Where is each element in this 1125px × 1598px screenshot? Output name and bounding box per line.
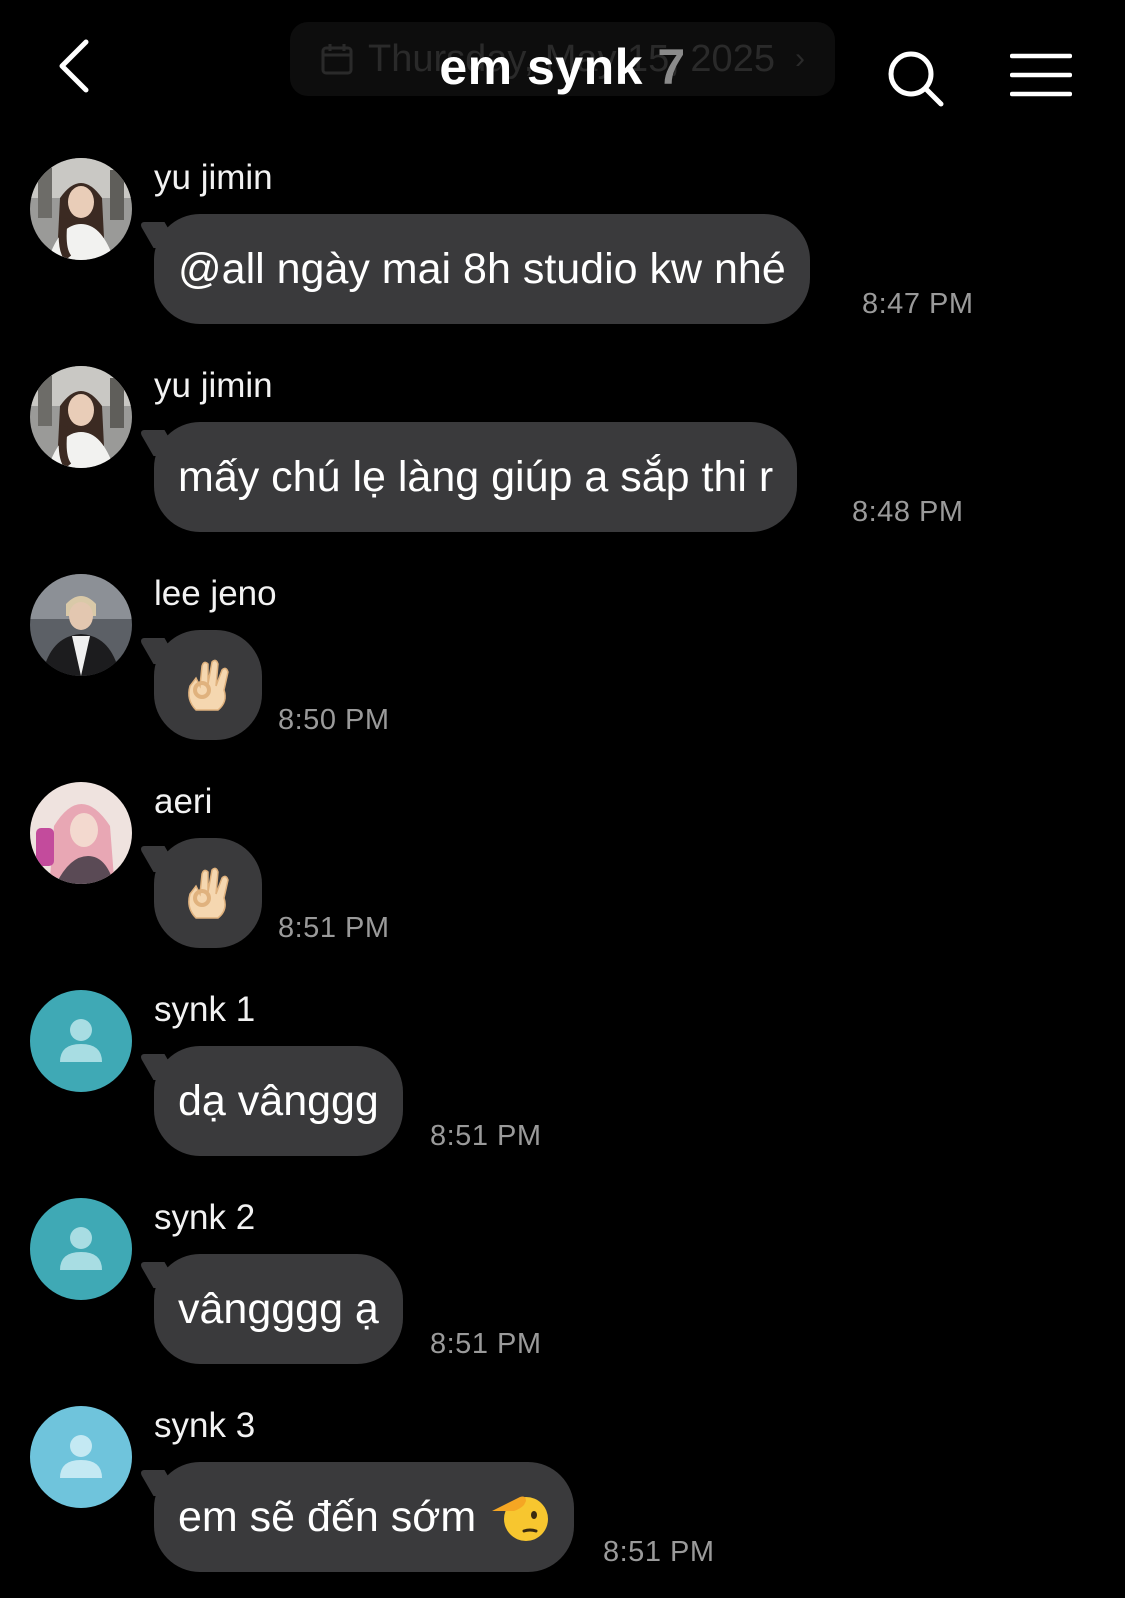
menu-button[interactable] bbox=[1009, 52, 1073, 100]
avatar-lee-jeno[interactable] bbox=[30, 574, 132, 676]
message-bubble[interactable]: @all ngày mai 8h studio kw nhé bbox=[154, 214, 810, 324]
message-item: synk 3 em sẽ đến sớm 8:51 PM bbox=[0, 1398, 1125, 1598]
message-text: vângggg ạ bbox=[178, 1284, 379, 1333]
message-time: 8:51 PM bbox=[278, 912, 390, 944]
ok-hand-icon bbox=[188, 867, 229, 919]
message-list[interactable]: yu jimin @all ngày mai 8h studio kw nhé … bbox=[0, 150, 1125, 1598]
message-item: lee jeno 8:50 PM bbox=[0, 566, 1125, 774]
chat-screen: Thursday, May 15, 2025 › em synk 7 yu ji… bbox=[0, 0, 1125, 1598]
sender-name: yu jimin bbox=[154, 366, 273, 405]
avatar-aeri[interactable] bbox=[30, 782, 132, 884]
sender-name: aeri bbox=[154, 782, 213, 821]
person-icon bbox=[60, 1227, 102, 1270]
avatar-yu-jimin[interactable] bbox=[30, 366, 132, 468]
message-text: mấy chú lẹ làng giúp a sắp thi r bbox=[178, 452, 774, 501]
sender-name: yu jimin bbox=[154, 158, 273, 197]
message-text: em sẽ đến sớm bbox=[178, 1492, 477, 1541]
message-item: synk 1 dạ vânggg 8:51 PM bbox=[0, 982, 1125, 1190]
message-item: aeri 8:51 PM bbox=[0, 774, 1125, 982]
chat-header: Thursday, May 15, 2025 › em synk 7 bbox=[0, 0, 1125, 150]
avatar-yu-jimin[interactable] bbox=[30, 158, 132, 260]
message-time: 8:51 PM bbox=[603, 1536, 715, 1568]
message-item: yu jimin @all ngày mai 8h studio kw nhé … bbox=[0, 150, 1125, 358]
calendar-icon bbox=[321, 44, 353, 75]
search-button[interactable] bbox=[885, 48, 947, 110]
avatar-default[interactable] bbox=[30, 1406, 132, 1508]
chevron-left-icon bbox=[59, 39, 89, 93]
avatar-default[interactable] bbox=[30, 990, 132, 1092]
back-button[interactable] bbox=[50, 36, 110, 96]
message-time: 8:51 PM bbox=[430, 1328, 542, 1360]
search-icon bbox=[888, 51, 944, 107]
sender-name: lee jeno bbox=[154, 574, 277, 613]
message-bubble[interactable] bbox=[154, 838, 262, 948]
message-bubble[interactable]: dạ vânggg bbox=[154, 1046, 403, 1156]
avatar-default[interactable] bbox=[30, 1198, 132, 1300]
message-item: yu jimin mấy chú lẹ làng giúp a sắp thi … bbox=[0, 358, 1125, 566]
message-time: 8:47 PM bbox=[862, 288, 974, 320]
message-time: 8:48 PM bbox=[852, 496, 964, 528]
ok-hand-icon bbox=[188, 659, 229, 711]
sender-name: synk 1 bbox=[154, 990, 256, 1029]
message-bubble[interactable]: vângggg ạ bbox=[154, 1254, 403, 1364]
person-icon bbox=[60, 1019, 102, 1062]
message-time: 8:50 PM bbox=[278, 704, 390, 736]
message-text: @all ngày mai 8h studio kw nhé bbox=[178, 244, 786, 293]
sender-name: synk 2 bbox=[154, 1198, 256, 1237]
message-bubble[interactable]: mấy chú lẹ làng giúp a sắp thi r bbox=[154, 422, 798, 532]
person-icon bbox=[60, 1435, 102, 1478]
date-pill: Thursday, May 15, 2025 › bbox=[290, 22, 835, 96]
message-time: 8:51 PM bbox=[430, 1120, 542, 1152]
message-bubble[interactable]: em sẽ đến sớm bbox=[154, 1462, 575, 1572]
message-item: synk 2 vângggg ạ 8:51 PM bbox=[0, 1190, 1125, 1398]
hamburger-menu-icon bbox=[1009, 53, 1073, 97]
saluting-face-icon bbox=[492, 1496, 549, 1541]
chevron-right-icon: › bbox=[794, 42, 805, 75]
sender-name: synk 3 bbox=[154, 1406, 256, 1445]
date-pill-text: Thursday, May 15, 2025 bbox=[368, 37, 775, 80]
message-bubble[interactable] bbox=[154, 630, 262, 740]
message-text: dạ vânggg bbox=[178, 1076, 379, 1125]
